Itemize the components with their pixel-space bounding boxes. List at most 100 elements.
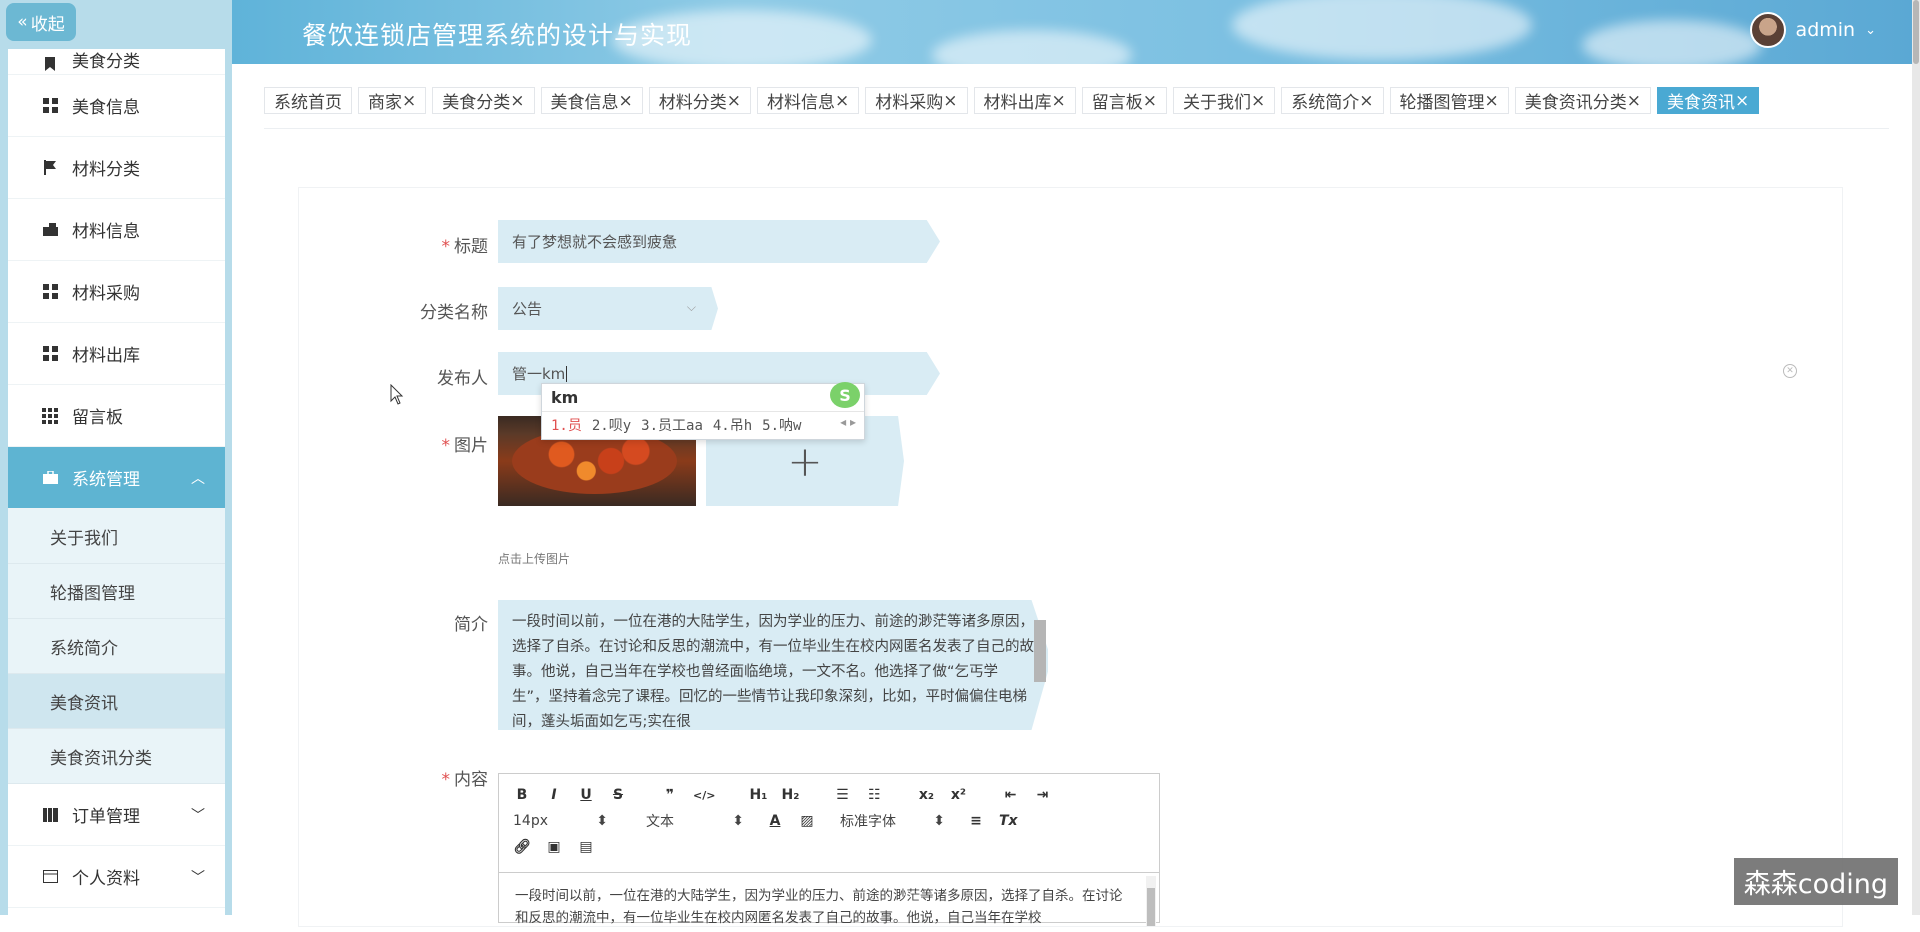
- indent-icon[interactable]: ⇥: [1033, 787, 1051, 803]
- blockquote-icon[interactable]: ❞: [661, 787, 679, 803]
- video-icon[interactable]: ▤: [577, 839, 595, 855]
- close-icon[interactable]: ×: [1359, 91, 1373, 111]
- ime-candidate[interactable]: 5.呐w: [762, 415, 801, 435]
- close-icon[interactable]: ×: [402, 91, 416, 111]
- username: admin: [1796, 19, 1856, 41]
- close-icon[interactable]: ×: [1627, 91, 1641, 111]
- mouse-cursor-icon: [390, 384, 404, 406]
- clear-format-icon[interactable]: Tx: [999, 813, 1018, 829]
- close-icon[interactable]: ×: [943, 91, 957, 111]
- tab-divider: [264, 128, 1889, 129]
- sidebar-item-label: 材料采购: [72, 279, 140, 304]
- tab-food-category[interactable]: 美食分类×: [432, 87, 534, 114]
- tab-merchant[interactable]: 商家×: [358, 87, 426, 114]
- ime-candidate[interactable]: 3.员工aa: [641, 415, 703, 435]
- heading1-icon[interactable]: H₁: [749, 787, 767, 803]
- sidebar-item-food-category[interactable]: 美食分类: [8, 49, 225, 75]
- sidebar-subitem-about-us[interactable]: 关于我们: [8, 509, 225, 564]
- background-color-icon[interactable]: ▨: [798, 813, 816, 829]
- close-icon[interactable]: ×: [510, 91, 524, 111]
- tab-material-info[interactable]: 材料信息×: [757, 87, 859, 114]
- strikethrough-icon[interactable]: S: [609, 787, 627, 803]
- editor-scrollbar[interactable]: [1146, 876, 1156, 926]
- sidebar-subitem-system-intro[interactable]: 系统简介: [8, 619, 225, 674]
- sidebar-item-label: 订单管理: [72, 802, 140, 827]
- collapse-sidebar-button[interactable]: « 收起: [6, 3, 76, 41]
- close-icon[interactable]: ×: [1143, 91, 1157, 111]
- editor-content[interactable]: 一段时间以前，一位在港的大陆学生，因为学业的压力、前途的渺茫等诸多原因，选择了自…: [499, 872, 1159, 932]
- flag-icon: [42, 160, 58, 176]
- align-icon[interactable]: ≡: [967, 813, 985, 829]
- page-scrollbar[interactable]: [1912, 0, 1920, 915]
- sidebar-item-orders[interactable]: 订单管理 ﹀: [8, 784, 225, 846]
- ime-candidate[interactable]: 1.员: [551, 415, 582, 435]
- double-chevron-left-icon: «: [17, 12, 27, 32]
- tab-system-intro[interactable]: 系统简介×: [1281, 87, 1383, 114]
- close-icon[interactable]: ×: [1052, 91, 1066, 111]
- close-icon[interactable]: ×: [1735, 91, 1749, 111]
- font-family-select[interactable]: 标准字体⬍: [840, 811, 945, 831]
- sidebar-subitem-food-news-category[interactable]: 美食资讯分类: [8, 729, 225, 784]
- ime-candidate[interactable]: 2.呗y: [592, 415, 631, 435]
- tab-about-us[interactable]: 关于我们×: [1173, 87, 1275, 114]
- tab-food-news[interactable]: 美食资讯×: [1657, 87, 1759, 114]
- font-color-icon[interactable]: A: [766, 813, 784, 829]
- sidebar-subitem-food-news[interactable]: 美食资讯: [8, 674, 225, 729]
- summary-textarea[interactable]: 一段时间以前，一位在港的大陆学生，因为学业的压力、前途的渺茫等诸多原因，选择了自…: [498, 600, 1048, 730]
- user-menu[interactable]: admin ⌄: [1750, 12, 1876, 48]
- tab-home[interactable]: 系统首页: [264, 87, 352, 114]
- italic-icon[interactable]: I: [545, 787, 563, 803]
- superscript-icon[interactable]: x²: [949, 787, 967, 803]
- heading2-icon[interactable]: H₂: [781, 787, 799, 803]
- sidebar-item-food-info[interactable]: 美食信息: [8, 75, 225, 137]
- font-size-select[interactable]: 14px⬍: [513, 813, 608, 829]
- title-input[interactable]: 有了梦想就不会感到疲惫: [498, 220, 940, 263]
- sidebar-subitem-carousel[interactable]: 轮播图管理: [8, 564, 225, 619]
- content-label: *内容: [368, 765, 488, 790]
- sidebar-item-label: 个人资料: [72, 864, 140, 889]
- sidebar-item-profile[interactable]: 个人资料 ﹀: [8, 846, 225, 908]
- clear-icon[interactable]: ✕: [1783, 364, 1797, 378]
- tab-food-news-category[interactable]: 美食资讯分类×: [1515, 87, 1651, 114]
- chevron-down-icon: ⌵: [687, 300, 696, 315]
- close-icon[interactable]: ×: [1485, 91, 1499, 111]
- bookmark-icon: [42, 56, 58, 72]
- sidebar-item-material-info[interactable]: 材料信息: [8, 199, 225, 261]
- updown-icon: ⬍: [933, 813, 945, 829]
- sidebar-item-message-board[interactable]: 留言板: [8, 385, 225, 447]
- tab-food-info[interactable]: 美食信息×: [541, 87, 643, 114]
- ime-candidate[interactable]: 4.吊h: [713, 415, 752, 435]
- block-type-select[interactable]: 文本⬍: [646, 811, 744, 831]
- tab-material-outbound[interactable]: 材料出库×: [974, 87, 1076, 114]
- subscript-icon[interactable]: x₂: [917, 787, 935, 803]
- tab-carousel[interactable]: 轮播图管理×: [1390, 87, 1509, 114]
- sidebar-item-material-outbound[interactable]: 材料出库: [8, 323, 225, 385]
- ime-page-arrows-icon[interactable]: ◂ ▸: [840, 415, 856, 429]
- ordered-list-icon[interactable]: ☰: [833, 787, 851, 803]
- image-icon[interactable]: ▣: [545, 839, 563, 855]
- bold-icon[interactable]: B: [513, 787, 531, 803]
- outdent-icon[interactable]: ⇤: [1001, 787, 1019, 803]
- updown-icon: ⬍: [732, 813, 744, 829]
- underline-icon[interactable]: U: [577, 787, 595, 803]
- tab-material-purchase[interactable]: 材料采购×: [865, 87, 967, 114]
- close-icon[interactable]: ×: [619, 91, 633, 111]
- sidebar-item-label: 留言板: [72, 403, 123, 428]
- tab-material-category[interactable]: 材料分类×: [649, 87, 751, 114]
- bullet-list-icon[interactable]: ☷: [865, 787, 883, 803]
- close-icon[interactable]: ×: [1251, 91, 1265, 111]
- code-icon[interactable]: </>: [693, 789, 715, 802]
- category-select[interactable]: 公告 ⌵: [498, 287, 718, 330]
- category-label: 分类名称: [368, 298, 488, 323]
- tab-message-board[interactable]: 留言板×: [1082, 87, 1167, 114]
- collapse-label: 收起: [31, 10, 65, 35]
- link-icon[interactable]: 🔗︎: [513, 839, 531, 855]
- sidebar-item-material-purchase[interactable]: 材料采购: [8, 261, 225, 323]
- close-icon[interactable]: ×: [727, 91, 741, 111]
- sidebar-item-system-management[interactable]: 系统管理 ︿: [8, 447, 225, 509]
- close-icon[interactable]: ×: [835, 91, 849, 111]
- sidebar-item-material-category[interactable]: 材料分类: [8, 137, 225, 199]
- chevron-down-icon: ⌄: [1865, 23, 1876, 38]
- editor-toolbar: B I U S ❞ </> H₁ H₂ ☰ ☷ x₂ x² ⇤ ⇥ 14px⬍ …: [499, 774, 1159, 860]
- summary-scrollbar[interactable]: [1034, 620, 1046, 682]
